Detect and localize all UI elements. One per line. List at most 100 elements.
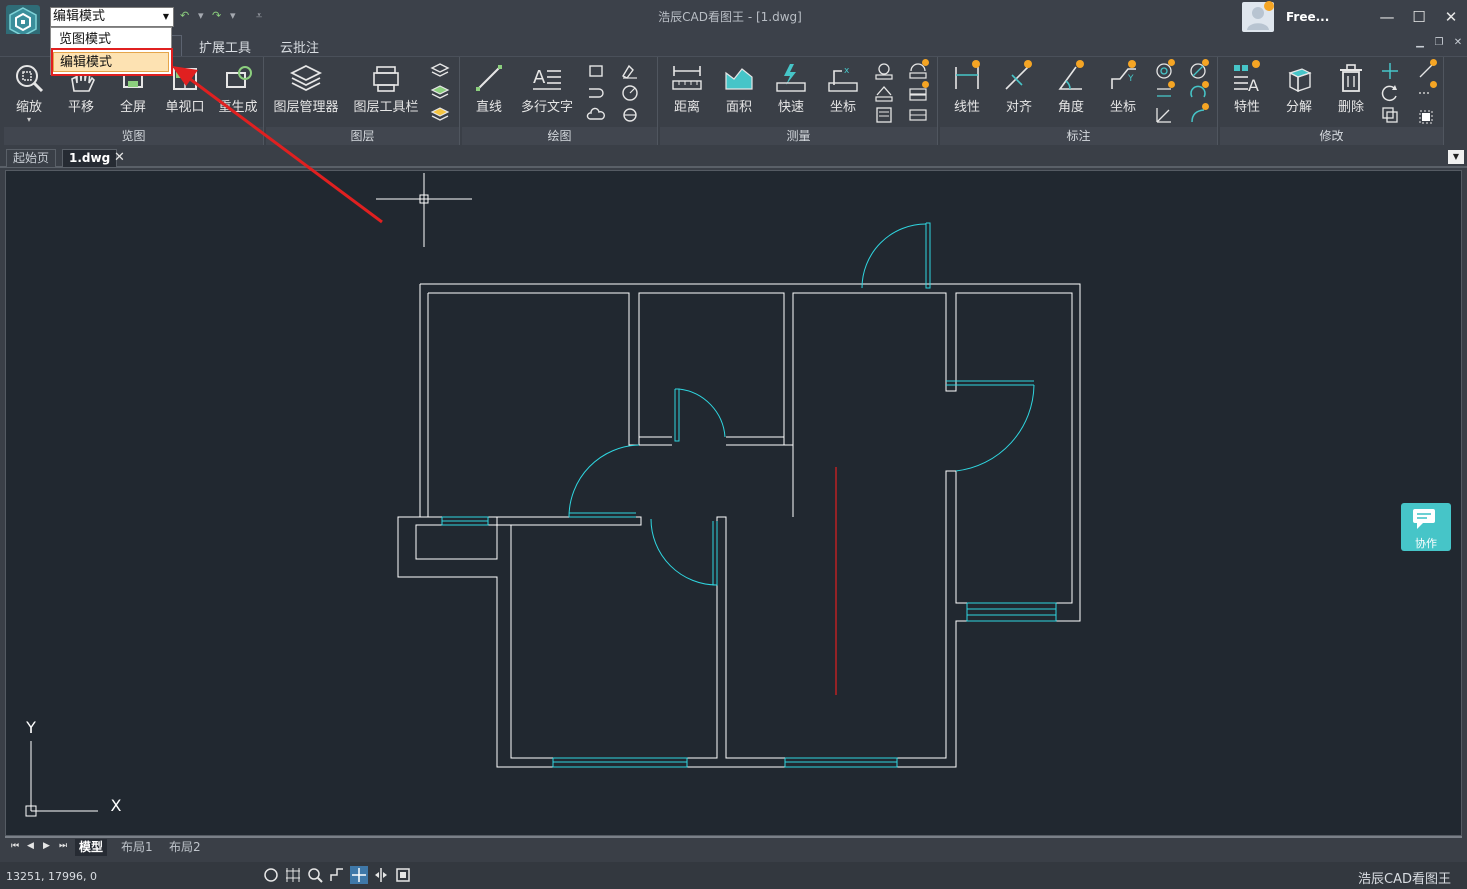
mode-select[interactable]: 编辑模式 ▼ [50, 7, 174, 27]
ucs-icon [25, 741, 98, 817]
radius-dim-icon[interactable] [1154, 59, 1175, 81]
line-button[interactable]: 直线 [466, 61, 512, 115]
prev-tab-icon[interactable]: ◀ [27, 841, 34, 851]
area-button[interactable]: 面积 [716, 61, 762, 115]
minimize-button[interactable]: — [1375, 6, 1399, 28]
stretch-icon[interactable] [1416, 59, 1437, 81]
arc-icon[interactable] [620, 105, 640, 125]
measure-arc-length-icon[interactable] [908, 59, 929, 81]
user-name[interactable]: Free... [1286, 10, 1329, 24]
polar-track-icon[interactable] [372, 866, 390, 884]
aligned-dimension-icon [1002, 60, 1036, 95]
measure-list-icon[interactable] [874, 105, 894, 125]
zoom-button[interactable]: 缩放 ▾ [6, 61, 52, 124]
rotate-icon[interactable] [1380, 83, 1400, 103]
maximize-button[interactable]: ☐ [1407, 6, 1431, 28]
layout-tab-layout2[interactable]: 布局2 [165, 839, 205, 856]
properties-button[interactable]: A 特性 [1224, 60, 1270, 115]
mdi-minimize-button[interactable]: ▁ [1411, 37, 1429, 53]
tab-cloud-annotate[interactable]: 云批注 [280, 37, 319, 56]
region-icon[interactable] [1416, 105, 1436, 125]
chevron-down-icon[interactable]: ▼ [161, 9, 171, 25]
window-title: 浩辰CAD看图王 - [1.dwg] [658, 10, 802, 24]
measure-batch-icon[interactable] [908, 81, 929, 103]
arc-dim-icon[interactable] [1188, 81, 1209, 103]
floor-plan-drawing: Y X [25, 173, 1081, 817]
redo-dropdown-icon[interactable]: ▾ [230, 9, 236, 22]
distance-button[interactable]: 距离 [664, 61, 710, 115]
tab-list-dropdown-icon[interactable]: ▼ [1448, 150, 1464, 164]
quick-measure-label: 快速 [777, 100, 804, 115]
layer-state-icon[interactable] [430, 61, 450, 81]
multileader-icon[interactable] [1188, 103, 1209, 125]
layer-isolate-icon[interactable] [430, 83, 450, 103]
mdi-restore-button[interactable]: ❐ [1430, 37, 1448, 53]
diameter-dim-icon[interactable] [1188, 59, 1209, 81]
doc-tab-start-page[interactable]: 起始页 [6, 149, 57, 167]
offset-icon[interactable] [1416, 81, 1437, 103]
drawing-canvas[interactable]: Y X [5, 170, 1462, 836]
next-tab-icon[interactable]: ▶ [43, 841, 50, 851]
fit-view-icon[interactable] [394, 866, 412, 884]
measure-table-icon[interactable] [908, 105, 928, 125]
coordinate-measure-button[interactable]: x 坐标 [820, 61, 866, 115]
zoom-label: 缩放 [15, 100, 42, 115]
line-label: 直线 [475, 100, 502, 115]
panel-view-label: 览图 [4, 127, 263, 145]
explode-button[interactable]: 分解 [1276, 61, 1322, 115]
delete-button[interactable]: 删除 [1328, 61, 1374, 115]
revcloud-icon[interactable] [586, 105, 606, 125]
explode-cube-icon [1282, 61, 1316, 95]
measure-arc-icon[interactable] [874, 61, 894, 81]
layer-toolbar-button[interactable]: 图层工具栏 [350, 61, 422, 115]
linear-dim-button[interactable]: 线性 [944, 60, 990, 115]
object-snap-icon[interactable] [350, 866, 368, 884]
ortho-icon[interactable] [328, 866, 346, 884]
mdi-close-button[interactable]: ✕ [1449, 37, 1467, 53]
copy-icon[interactable] [1380, 105, 1400, 125]
sketch-icon[interactable] [620, 61, 640, 81]
area-label: 面积 [725, 100, 752, 115]
polyline-icon[interactable] [586, 83, 606, 103]
dropdown-item-view-mode[interactable]: 览图模式 [53, 30, 169, 50]
panel-annotate: 线性 对齐 角度 Y 坐标 标注 [940, 57, 1218, 145]
leader-icon[interactable] [1154, 105, 1174, 125]
zoom-window-icon[interactable] [306, 866, 324, 884]
aligned-dim-button[interactable]: 对齐 [996, 60, 1042, 115]
undo-dropdown-icon[interactable]: ▾ [198, 9, 204, 22]
close-button[interactable]: ✕ [1439, 6, 1463, 28]
close-tab-icon[interactable]: ✕ [114, 150, 125, 165]
first-tab-icon[interactable]: ⏮ [11, 841, 19, 851]
properties-icon: A [1230, 60, 1264, 95]
move-icon[interactable] [1380, 61, 1400, 81]
grid-icon[interactable] [284, 866, 302, 884]
zoom-dropdown-icon[interactable]: ▾ [6, 115, 52, 124]
undo-icon[interactable]: ↶ [180, 9, 189, 22]
layer-off-icon[interactable] [430, 105, 450, 125]
mtext-button[interactable]: A 多行文字 [518, 61, 576, 115]
doc-tab-1-dwg[interactable]: 1.dwg [62, 149, 118, 167]
circle-icon[interactable] [620, 83, 640, 103]
quick-measure-button[interactable]: 快速 [768, 61, 814, 115]
properties-label: 特性 [1233, 100, 1260, 115]
continue-dim-icon[interactable] [1154, 81, 1175, 103]
ordinate-dim-button[interactable]: Y 坐标 [1100, 60, 1146, 115]
tab-extend-tools[interactable]: 扩展工具 [199, 37, 251, 56]
layout-tab-model[interactable]: 模型 [75, 839, 108, 856]
delete-label: 删除 [1337, 100, 1364, 115]
customize-quick-access-icon[interactable]: ⩡ [256, 9, 262, 23]
measure-angle-icon[interactable] [874, 83, 894, 103]
collaborate-button[interactable]: 协作 [1401, 503, 1451, 551]
layer-manager-button[interactable]: 图层管理器 [270, 61, 342, 115]
rectangle-icon[interactable] [586, 61, 606, 81]
layout-tab-layout1[interactable]: 布局1 [117, 839, 157, 856]
angular-dim-button[interactable]: 角度 [1048, 60, 1094, 115]
regenerate-button[interactable]: 重生成 [214, 61, 262, 115]
aligned-dim-label: 对齐 [1005, 100, 1032, 115]
last-tab-icon[interactable]: ⏭ [59, 841, 67, 851]
menu-bar: 扩展工具 云批注 [0, 34, 1467, 56]
panel-modify: A 特性 分解 删除 修改 [1220, 57, 1444, 145]
redo-icon[interactable]: ↷ [212, 9, 221, 22]
snap-circle-icon[interactable] [262, 866, 280, 884]
layer-stack-icon [289, 61, 323, 95]
